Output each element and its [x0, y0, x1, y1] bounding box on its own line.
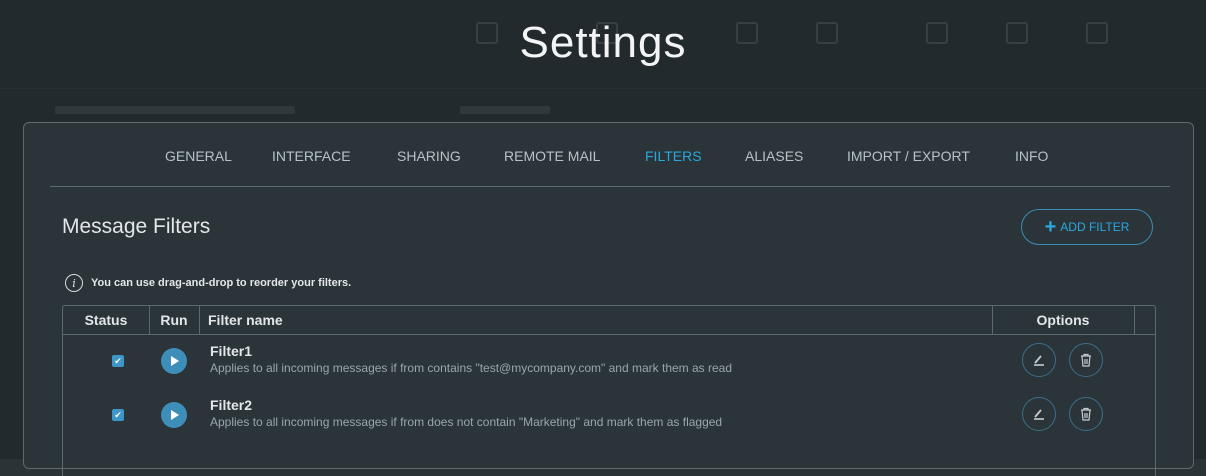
run-filter-button[interactable] [161, 348, 187, 374]
edit-filter-button[interactable] [1022, 343, 1056, 377]
run-filter-button[interactable] [161, 402, 187, 428]
status-checkbox[interactable]: ✔ [112, 355, 124, 367]
tab-info[interactable]: INFO [1015, 148, 1048, 164]
edit-filter-button[interactable] [1022, 397, 1056, 431]
tab-general[interactable]: GENERAL [165, 148, 232, 164]
filter-description: Applies to all incoming messages if from… [210, 415, 723, 429]
tabs-divider [50, 186, 1170, 187]
trash-icon [1081, 407, 1091, 421]
plus-icon: + [1044, 216, 1057, 238]
tab-aliases[interactable]: ALIASES [745, 148, 803, 164]
tab-remote-mail[interactable]: REMOTE MAIL [504, 148, 600, 164]
tab-sharing[interactable]: SHARING [397, 148, 461, 164]
filter-name: Filter1 [210, 343, 253, 359]
table-row[interactable]: ✔ Filter1 Applies to all incoming messag… [63, 342, 1155, 390]
edit-icon [1034, 409, 1044, 420]
column-header-options: Options [1036, 312, 1090, 328]
settings-panel: GENERAL INTERFACE SHARING REMOTE MAIL FI… [23, 122, 1194, 476]
column-header-filter-name: Filter name [208, 312, 283, 328]
table-header: Status Run Filter name Options [63, 306, 1155, 335]
tab-interface[interactable]: INTERFACE [272, 148, 351, 164]
table-row[interactable]: ✔ Filter2 Applies to all incoming messag… [63, 396, 1155, 444]
delete-filter-button[interactable] [1069, 343, 1103, 377]
filter-name: Filter2 [210, 397, 253, 413]
info-hint: i You can use drag-and-drop to reorder y… [65, 274, 351, 292]
trash-icon [1081, 353, 1091, 367]
delete-filter-button[interactable] [1069, 397, 1103, 431]
tab-filters[interactable]: FILTERS [645, 148, 702, 164]
edit-icon [1034, 355, 1044, 366]
section-title: Message Filters [62, 215, 211, 238]
info-text: You can use drag-and-drop to reorder you… [91, 277, 352, 289]
filters-table: Status Run Filter name Options ✔ Filter1… [62, 305, 1156, 476]
status-checkbox[interactable]: ✔ [112, 409, 124, 421]
filter-description: Applies to all incoming messages if from… [210, 361, 733, 375]
add-filter-button[interactable]: + ADD FILTER [1021, 209, 1153, 245]
check-icon: ✔ [114, 356, 122, 366]
settings-tabs: GENERAL INTERFACE SHARING REMOTE MAIL FI… [24, 123, 1193, 187]
column-separator [199, 306, 200, 334]
page-title: Settings [519, 18, 687, 67]
check-icon: ✔ [114, 410, 122, 420]
column-header-status: Status [84, 312, 128, 328]
column-separator [1134, 306, 1135, 334]
info-icon: i [65, 274, 83, 292]
add-filter-label: ADD FILTER [1060, 220, 1130, 234]
tab-import-export[interactable]: IMPORT / EXPORT [847, 148, 970, 164]
column-header-run: Run [160, 312, 188, 328]
